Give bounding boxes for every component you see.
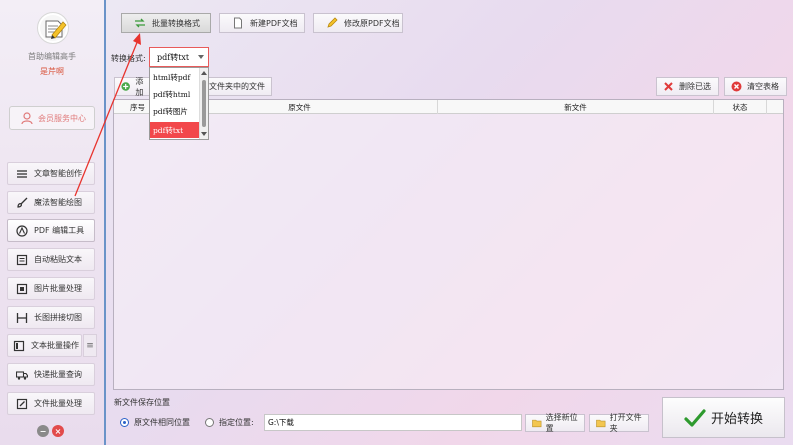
sidebar-item-label: 长图拼接切图 <box>34 313 82 322</box>
open-folder-label: 打开文件夹 <box>609 413 642 433</box>
save-location-panel: 新文件保存位置 原文件相同位置 指定位置: G:\下载 选择新位置 打开文件夹 <box>113 392 654 440</box>
user-icon <box>21 112 33 125</box>
column-new-file: 新文件 <box>438 100 714 114</box>
format-selected-value: pdf转txt <box>157 52 190 62</box>
scroll-down-icon[interactable] <box>201 132 207 136</box>
dropdown-scrollbar[interactable] <box>199 68 208 139</box>
sidebar-item-text-batch[interactable]: 文本批量操作 <box>7 334 82 357</box>
sidebar-item-label: 自动粘贴文本 <box>34 255 82 264</box>
checkmark-icon <box>684 408 706 427</box>
text-box-icon <box>13 340 25 351</box>
app-logo-icon <box>37 12 69 44</box>
delete-selected-button[interactable]: 删除已选 <box>656 77 719 96</box>
choose-location-button[interactable]: 选择新位置 <box>525 413 585 433</box>
stitch-icon <box>16 312 28 323</box>
add-files-label: 添加 <box>135 76 144 97</box>
sidebar-item-auto-paste[interactable]: 自动粘贴文本 <box>7 248 95 271</box>
save-location-title: 新文件保存位置 <box>114 398 170 407</box>
save-path-input[interactable]: G:\下载 <box>264 414 522 431</box>
sidebar-item-label: 快递批量查询 <box>34 370 82 379</box>
sidebar-item-label: 文章智能创作 <box>34 169 82 178</box>
sidebar: 首助编辑高手 是芹啊 会员服务中心 文章智能创作 魔法智能绘图 PDF 编辑工具… <box>0 0 106 445</box>
add-folder-label: 文件夹中的文件 <box>209 82 265 91</box>
close-icon[interactable]: × <box>52 425 64 437</box>
clear-table-button[interactable]: 清空表格 <box>724 77 787 96</box>
red-x-icon <box>664 82 673 91</box>
sidebar-item-file-batch[interactable]: 文件批量处理 <box>7 392 95 415</box>
tab-modify-pdf[interactable]: 修改原PDF文档 <box>313 13 403 33</box>
sidebar-item-label: 文本批量操作 <box>31 341 79 350</box>
sidebar-item-long-image[interactable]: 长图拼接切图 <box>7 306 95 329</box>
sidebar-item-image-batch[interactable]: 图片批量处理 <box>7 277 95 300</box>
sidebar-item-article[interactable]: 文章智能创作 <box>7 162 95 185</box>
radio-same-label: 原文件相同位置 <box>134 418 190 427</box>
pencil-icon <box>327 17 338 28</box>
format-option[interactable]: pdf转图片 <box>150 103 200 119</box>
column-status: 状态 <box>714 100 767 114</box>
format-option[interactable]: pdf转html <box>150 86 200 102</box>
tab-batch-convert[interactable]: 批量转换格式 <box>121 13 211 33</box>
column-filler <box>767 100 783 114</box>
choose-location-label: 选择新位置 <box>545 413 578 433</box>
format-select[interactable]: pdf转txt <box>149 47 209 67</box>
start-convert-label: 开始转换 <box>710 412 763 427</box>
minimize-icon[interactable]: − <box>37 425 49 437</box>
chevron-down-icon <box>198 55 204 59</box>
table-header: 序号 原文件 新文件 状态 <box>114 100 783 114</box>
add-folder-button[interactable]: 文件夹中的文件 <box>204 77 272 96</box>
file-table[interactable]: 序号 原文件 新文件 状态 <box>113 99 784 390</box>
scroll-thumb[interactable] <box>202 80 206 127</box>
sidebar-item-label: 魔法智能绘图 <box>34 198 82 207</box>
menu-toggle-button[interactable]: ≡ <box>83 334 97 357</box>
sidebar-item-label: 图片批量处理 <box>34 284 82 293</box>
sidebar-item-express[interactable]: 快递批量查询 <box>7 363 95 386</box>
menu-icon: ≡ <box>86 340 94 351</box>
folder-search-icon <box>532 419 542 428</box>
app-name: 首助编辑高手 <box>28 52 76 61</box>
image-icon <box>16 283 28 294</box>
add-circle-icon <box>121 82 130 91</box>
radio-same-location[interactable]: 原文件相同位置 <box>120 417 190 428</box>
truck-icon <box>16 370 28 380</box>
document-text-icon <box>16 254 28 265</box>
format-label: 转换格式: <box>111 54 146 63</box>
sidebar-item-label: PDF 编辑工具 <box>34 226 85 235</box>
sidebar-item-pdf-tools[interactable]: PDF 编辑工具 <box>7 219 95 242</box>
add-files-button[interactable]: 添加 <box>114 76 150 97</box>
app-window: 首助编辑高手 是芹啊 会员服务中心 文章智能创作 魔法智能绘图 PDF 编辑工具… <box>0 0 793 445</box>
member-center-button[interactable]: 会员服务中心 <box>9 106 95 130</box>
radio-custom-location[interactable]: 指定位置: <box>205 417 254 428</box>
tab-label: 批量转换格式 <box>152 18 200 28</box>
file-edit-icon <box>16 398 28 409</box>
format-option[interactable]: html转pdf <box>150 69 200 85</box>
sidebar-item-label: 文件批量处理 <box>34 399 82 408</box>
sidebar-item-drawing[interactable]: 魔法智能绘图 <box>7 191 95 214</box>
main-panel: 批量转换格式 新建PDF文档 修改原PDF文档 转换格式: pdf转txt 添加… <box>106 0 793 445</box>
clear-table-label: 清空表格 <box>747 82 779 91</box>
format-dropdown-list[interactable]: html转pdf pdf转html pdf转图片 pdf转txt <box>149 67 209 140</box>
blank-document-icon <box>234 17 242 29</box>
delete-selected-label: 删除已选 <box>679 82 711 91</box>
radio-dot <box>205 418 214 427</box>
tab-label: 修改原PDF文档 <box>344 18 400 28</box>
list-icon <box>17 169 27 178</box>
convert-arrows-icon <box>135 18 145 28</box>
window-controls: − × <box>37 425 64 437</box>
red-circle-x-icon <box>731 81 742 92</box>
format-option-selected[interactable]: pdf转txt <box>150 122 200 138</box>
tab-new-pdf[interactable]: 新建PDF文档 <box>219 13 305 33</box>
member-center-label: 会员服务中心 <box>38 113 86 123</box>
brush-icon <box>17 197 28 208</box>
radio-custom-label: 指定位置: <box>219 418 254 427</box>
open-folder-button[interactable]: 打开文件夹 <box>589 413 649 433</box>
tab-label: 新建PDF文档 <box>250 18 298 28</box>
start-convert-button[interactable]: 开始转换 <box>662 397 785 438</box>
scroll-up-icon[interactable] <box>201 71 207 75</box>
pdf-tool-icon <box>16 224 28 237</box>
folder-icon <box>596 419 606 428</box>
radio-dot-selected <box>120 418 129 427</box>
user-name: 是芹啊 <box>40 67 64 76</box>
